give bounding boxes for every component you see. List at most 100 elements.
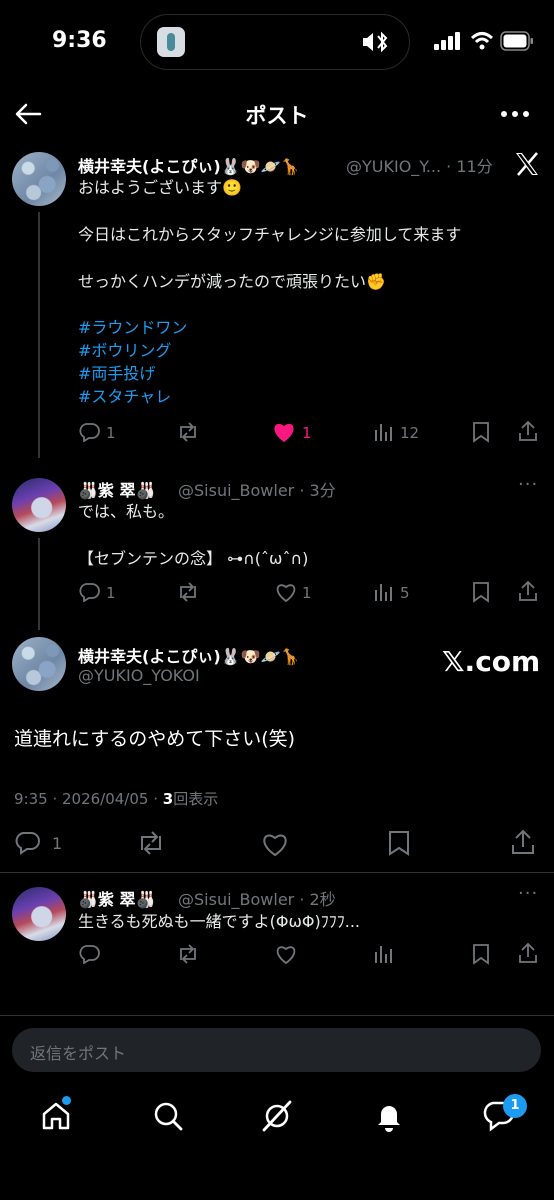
views-label: 回表示	[173, 790, 219, 808]
like-button[interactable]	[272, 422, 296, 443]
post-line: 生きるも死ぬも一緒ですよ(ΦωΦ)ﾌﾌﾌ...	[78, 912, 361, 931]
share-icon	[519, 420, 537, 441]
share-icon	[519, 580, 537, 601]
share-button[interactable]	[518, 420, 538, 442]
x-logo-icon	[514, 152, 540, 176]
reply-icon	[79, 583, 100, 602]
search-tab[interactable]	[152, 1100, 184, 1132]
divider	[0, 1015, 554, 1016]
reply-count: 1	[52, 834, 63, 853]
post-line: 【セブンテンの念】 ⊶∩(ˆωˆ∩)	[78, 549, 309, 568]
grok-icon	[262, 1100, 292, 1132]
hashtag-link[interactable]: #ラウンドワン	[78, 316, 187, 339]
view-count: 5	[400, 584, 410, 602]
thread-line	[38, 212, 40, 458]
bookmark-button[interactable]	[472, 421, 490, 443]
post-text: 道連れにするのやめて下さい(笑)	[14, 728, 296, 750]
repost-button[interactable]	[176, 944, 200, 964]
repost-button[interactable]	[176, 422, 200, 442]
like-count: 1	[302, 584, 312, 602]
handle-and-time[interactable]: @Sisui_Bowler · 2秒	[178, 886, 336, 910]
hashtag-link[interactable]: #両手投げ	[78, 362, 155, 385]
views-button[interactable]	[374, 582, 394, 602]
author-name[interactable]: 横井幸夫(よこぴぃ)🐰🐶🪐🦒	[78, 153, 300, 177]
reply-placeholder: 返信をポスト	[30, 1044, 127, 1063]
wifi-icon	[470, 31, 494, 51]
reply-icon	[15, 832, 40, 855]
hashtag-link[interactable]: #ボウリング	[78, 339, 171, 362]
share-icon	[519, 942, 537, 963]
notification-badge: 1	[503, 1094, 527, 1118]
like-count: 1	[302, 424, 312, 442]
reply-icon	[79, 945, 100, 964]
reply-button[interactable]	[14, 831, 40, 855]
heart-icon	[276, 946, 296, 965]
bookmark-button[interactable]	[472, 943, 490, 965]
search-icon	[154, 1102, 183, 1131]
reply-button[interactable]	[78, 944, 100, 964]
like-button[interactable]	[274, 944, 298, 965]
handle-and-time[interactable]: @Sisui_Bowler · 3分	[178, 477, 336, 501]
page-title: ポスト	[245, 104, 309, 128]
share-icon	[512, 829, 534, 854]
post-line: 今日はこれからスタッフチャレンジに参加して来ます	[78, 225, 462, 244]
share-button[interactable]	[518, 580, 538, 602]
like-button[interactable]	[274, 582, 298, 603]
author-handle[interactable]: @YUKIO_YOKOI	[78, 666, 200, 685]
avatar[interactable]	[12, 152, 66, 206]
views-count: 3	[162, 790, 174, 808]
bookmark-button[interactable]	[472, 581, 490, 603]
more-options-icon[interactable]	[500, 110, 530, 118]
bookmark-icon	[473, 422, 489, 443]
reply-count: 1	[106, 584, 116, 602]
repost-button[interactable]	[176, 582, 200, 602]
now-playing-thumbnail	[157, 27, 185, 57]
dynamic-island	[140, 14, 410, 70]
heart-filled-icon	[274, 423, 294, 442]
more-options-icon[interactable]: ···	[518, 474, 538, 495]
author-name[interactable]: 🎳紫 翠🎳	[78, 886, 155, 910]
views-button[interactable]	[374, 422, 394, 442]
like-button[interactable]	[260, 831, 290, 857]
reply-button[interactable]	[78, 582, 100, 602]
more-options-icon[interactable]: ···	[518, 883, 538, 904]
bookmark-icon	[389, 831, 409, 856]
views-button[interactable]	[374, 944, 394, 964]
avatar[interactable]	[12, 478, 66, 532]
x-brand-label: 𝕏.com	[442, 645, 541, 678]
timestamp-text: 9:35 · 2026/04/05 ·	[14, 790, 163, 808]
share-button[interactable]	[518, 942, 538, 964]
handle-and-time[interactable]: @YUKIO_Y... · 11分	[346, 153, 493, 177]
post-line: では、私も。	[78, 502, 175, 521]
heart-icon	[263, 834, 287, 857]
reply-count: 1	[106, 424, 116, 442]
hashtag-link[interactable]: #スタチャレ	[78, 385, 171, 408]
repost-icon	[180, 422, 196, 442]
post-line: おはようございます🙂	[78, 178, 242, 197]
reply-button[interactable]	[78, 422, 100, 442]
grok-tab[interactable]	[260, 1099, 294, 1133]
analytics-icon	[375, 584, 392, 601]
reply-icon	[79, 423, 100, 442]
bookmark-icon	[473, 944, 489, 965]
repost-icon	[180, 944, 196, 964]
bluetooth-icon	[361, 29, 391, 55]
repost-icon	[180, 582, 196, 602]
bookmark-button[interactable]	[388, 830, 410, 856]
post-timestamp: 9:35 · 2026/04/05 · 3回表示	[14, 788, 218, 809]
status-time: 9:36	[52, 28, 107, 53]
analytics-icon	[375, 424, 392, 441]
bell-icon	[378, 1106, 400, 1132]
share-button[interactable]	[511, 829, 535, 855]
author-name[interactable]: 🎳紫 翠🎳	[78, 477, 155, 501]
post-line: せっかくハンデが減ったので頑張りたい✊	[78, 272, 386, 291]
repost-button[interactable]	[136, 831, 166, 855]
thread-line	[38, 538, 40, 630]
bookmark-icon	[473, 582, 489, 603]
avatar[interactable]	[12, 637, 66, 691]
avatar[interactable]	[12, 887, 66, 941]
author-name[interactable]: 横井幸夫(よこぴぃ)🐰🐶🪐🦒	[78, 643, 300, 667]
divider	[0, 872, 554, 873]
repost-icon	[141, 831, 161, 855]
notifications-tab[interactable]	[373, 1100, 405, 1132]
